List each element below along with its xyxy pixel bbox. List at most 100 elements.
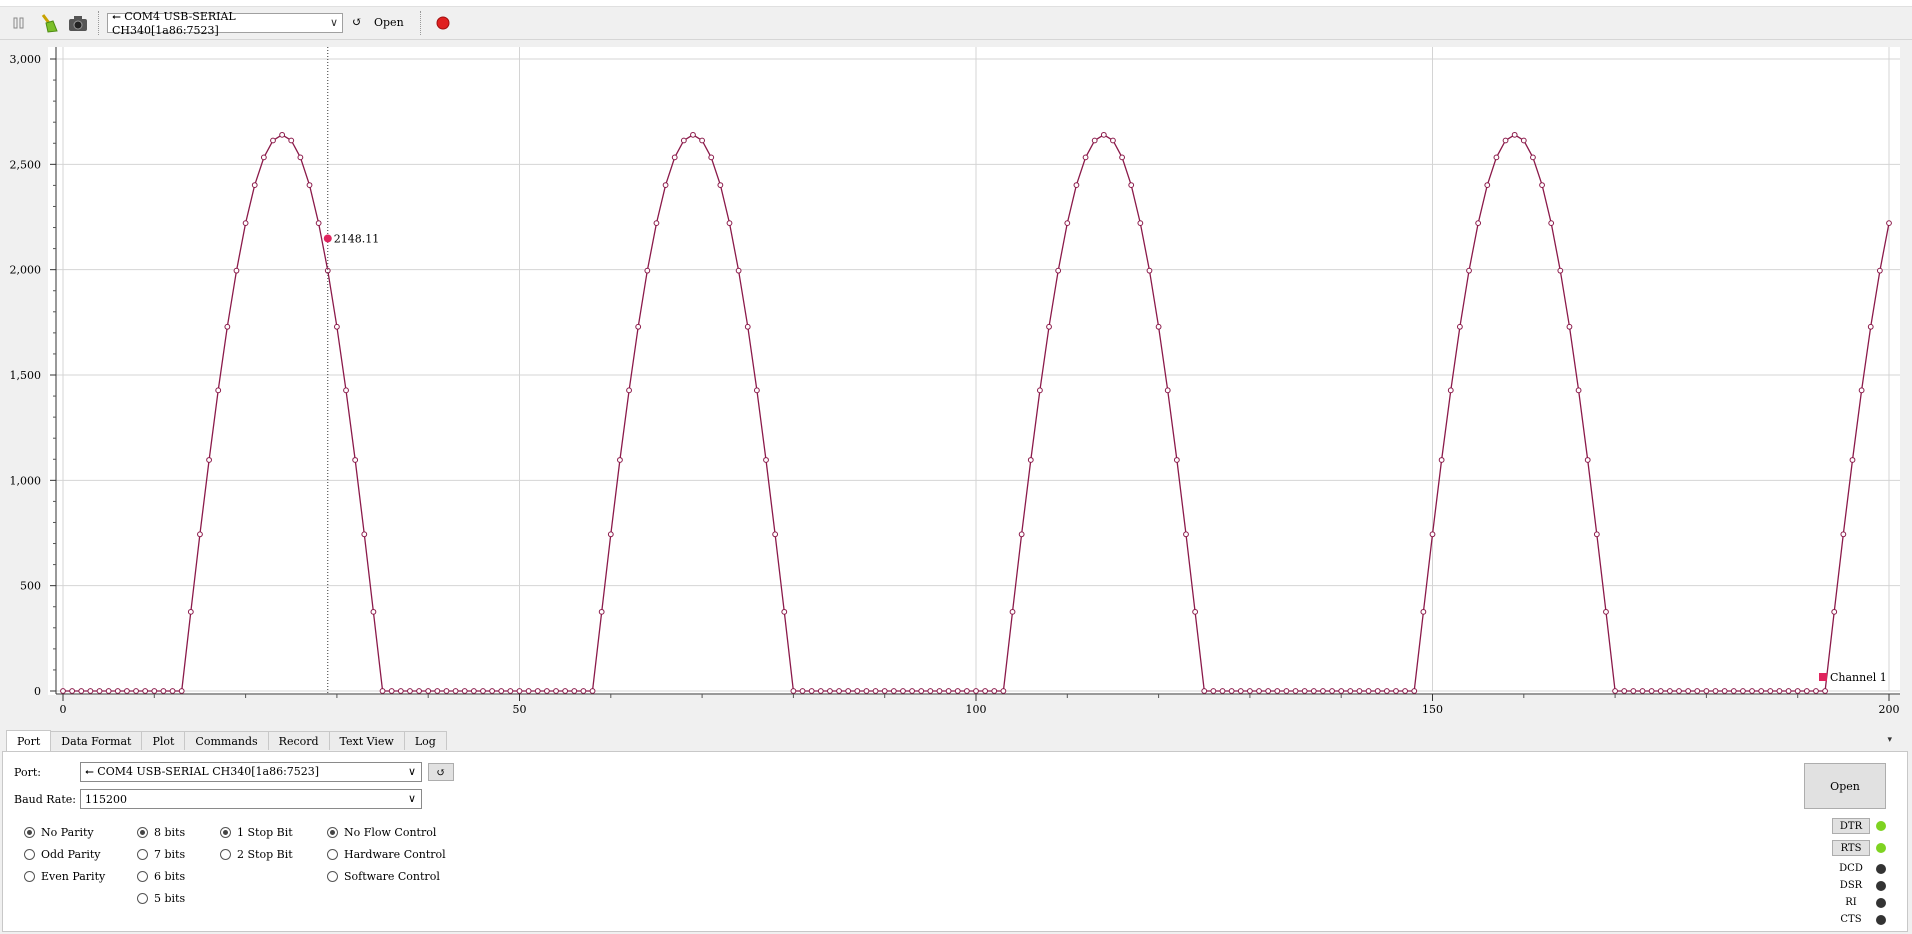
tab-log[interactable]: Log: [403, 731, 447, 750]
radio-even-parity[interactable]: Even Parity: [24, 870, 105, 883]
data-point: [1301, 688, 1308, 694]
radio-2-stop-bit[interactable]: 2 Stop Bit: [220, 848, 293, 861]
broom-icon[interactable]: [36, 12, 60, 34]
y-tick-label: 3,000: [10, 53, 42, 66]
data-point: [370, 608, 377, 615]
data-point: [1886, 220, 1892, 227]
legend-swatch: [1819, 673, 1827, 681]
toolbar-port-select[interactable]: ⭠ COM4 USB-SERIAL CH340[1a86:7523] ∨: [107, 10, 343, 37]
radio-no-parity[interactable]: No Parity: [24, 826, 94, 839]
plot-svg[interactable]: 0 500 1,000 1,500 2,000 2,500 3,000 0 50 100 150 20…: [0, 40, 1912, 732]
data-point: [343, 387, 349, 394]
data-point: [1712, 688, 1719, 694]
data-point: [397, 688, 404, 694]
data-point: [1603, 608, 1609, 615]
pause-icon[interactable]: [8, 12, 30, 34]
data-point: [1511, 131, 1518, 138]
dtr-button[interactable]: DTR: [1832, 818, 1870, 834]
tabs-menu-icon[interactable]: ▾: [1887, 735, 1892, 745]
data-point: [607, 531, 614, 538]
cts-label: CTS: [1840, 914, 1862, 925]
data-point: [388, 688, 395, 694]
x-tick-label: 150: [1422, 703, 1443, 716]
radio-6-bits[interactable]: 6 bits: [137, 870, 185, 883]
data-point: [60, 688, 66, 694]
dcd-label: DCD: [1839, 863, 1863, 874]
data-point: [1155, 323, 1162, 330]
data-point: [1593, 531, 1600, 538]
tab-data-format[interactable]: Data Format: [50, 731, 143, 750]
data-point: [781, 608, 788, 615]
data-point: [1283, 688, 1290, 694]
radio-indicator: [327, 849, 338, 860]
rts-button[interactable]: RTS: [1832, 840, 1870, 856]
data-point: [197, 531, 203, 538]
baud-rate-select[interactable]: 115200 ∨: [80, 789, 422, 809]
ri-led-icon: [1876, 898, 1886, 908]
data-point: [69, 688, 76, 694]
refresh-ports-button[interactable]: ↺: [428, 763, 454, 781]
plot-area[interactable]: 0 500 1,000 1,500 2,000 2,500 3,000 0 50 100 150 20…: [0, 40, 1912, 732]
data-point: [1749, 688, 1755, 694]
data-point: [927, 688, 934, 694]
radio-label: No Parity: [41, 826, 94, 839]
data-point: [635, 323, 642, 330]
y-tick-label: 1,500: [10, 369, 42, 382]
data-point: [160, 688, 167, 694]
data-point: [1256, 688, 1262, 694]
data-point: [644, 267, 651, 274]
dsr-led-icon: [1876, 881, 1886, 891]
chevron-down-icon: ∨: [407, 792, 416, 805]
radio-no-flow-control[interactable]: No Flow Control: [327, 826, 436, 839]
data-point: [1648, 688, 1655, 694]
y-tick-label: 500: [20, 580, 41, 593]
cts-led-icon: [1876, 915, 1886, 925]
data-point: [817, 688, 824, 694]
y-tick-label: 0: [34, 685, 41, 698]
toolbar-open-button[interactable]: Open: [374, 16, 404, 29]
data-point: [1840, 531, 1847, 538]
tab-port[interactable]: Port: [6, 730, 52, 751]
radio-label: No Flow Control: [344, 826, 437, 839]
plot-background: [48, 47, 1900, 695]
tab-commands[interactable]: Commands: [184, 731, 269, 750]
baud-rate-label: Baud Rate:: [14, 793, 76, 806]
radio-indicator: [24, 871, 35, 882]
camera-icon[interactable]: [66, 12, 90, 34]
radio-hardware-control[interactable]: Hardware Control: [327, 848, 446, 861]
data-point: [1265, 688, 1272, 694]
radio-8-bits[interactable]: 8 bits: [137, 826, 185, 839]
x-tick-label: 0: [60, 703, 67, 716]
data-point: [963, 688, 970, 694]
radio-indicator: [220, 849, 231, 860]
data-point: [1548, 220, 1555, 227]
port-select[interactable]: ⭠ COM4 USB-SERIAL CH340[1a86:7523] ∨: [80, 762, 422, 782]
x-tick-label: 50: [513, 703, 527, 716]
radio-5-bits[interactable]: 5 bits: [137, 892, 185, 905]
data-point: [1721, 688, 1728, 694]
toolbar-port-value: ⭠ COM4 USB-SERIAL CH340[1a86:7523]: [112, 9, 236, 37]
data-point: [1557, 267, 1564, 274]
radio-label: 5 bits: [154, 892, 186, 905]
baud-rate-value: 115200: [85, 792, 127, 806]
tab-record[interactable]: Record: [267, 731, 330, 750]
radio-software-control[interactable]: Software Control: [327, 870, 440, 883]
data-point: [708, 154, 715, 161]
data-point: [1794, 688, 1801, 694]
dcd-led-icon: [1876, 864, 1886, 874]
tab-plot[interactable]: Plot: [141, 731, 186, 750]
data-point: [1201, 688, 1208, 694]
radio-1-stop-bit[interactable]: 1 Stop Bit: [220, 826, 293, 839]
record-icon[interactable]: [432, 12, 454, 34]
radio-7-bits[interactable]: 7 bits: [137, 848, 185, 861]
open-port-button[interactable]: Open: [1804, 763, 1886, 809]
data-point: [1767, 688, 1774, 694]
toolbar-refresh-button[interactable]: ↺: [352, 15, 362, 29]
tab-text-view[interactable]: Text View: [328, 731, 405, 750]
radio-odd-parity[interactable]: Odd Parity: [24, 848, 100, 861]
data-point: [251, 182, 258, 188]
data-point: [890, 688, 897, 694]
data-point: [498, 688, 505, 694]
data-point: [1009, 608, 1016, 615]
data-point: [1694, 688, 1701, 694]
